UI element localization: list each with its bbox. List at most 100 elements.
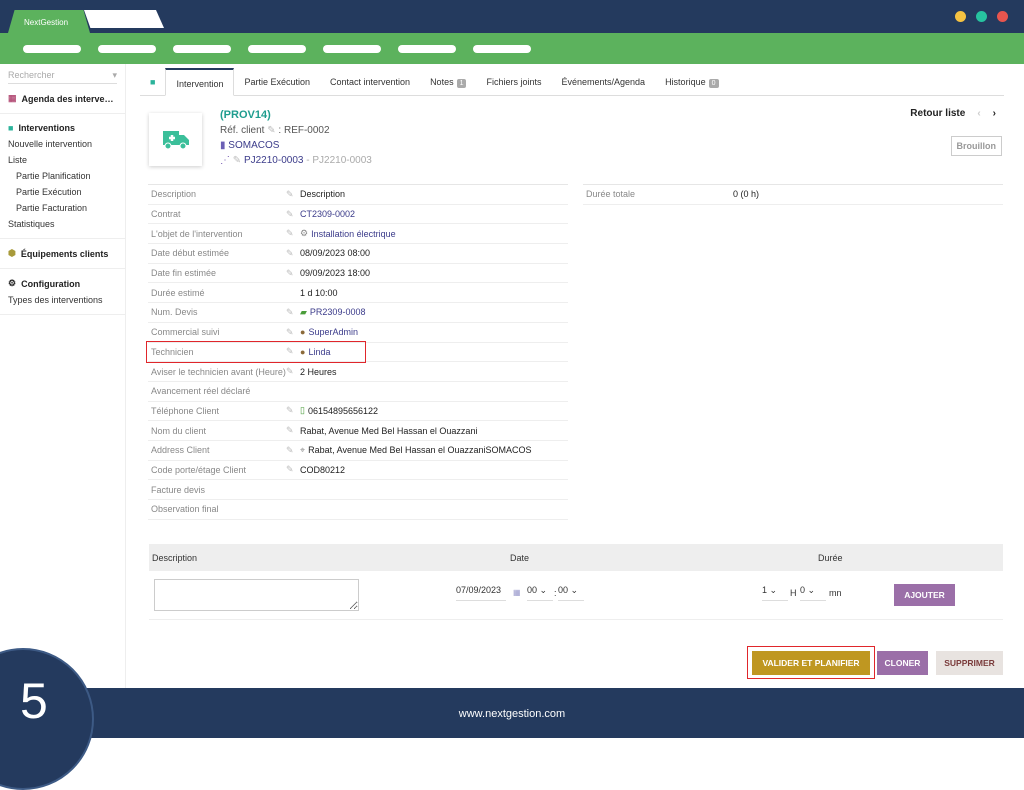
tab-evenements[interactable]: Événements/Agenda [552,68,656,96]
building-icon: ▮ [220,140,226,151]
blank-tab[interactable] [84,10,164,28]
ambulance-icon [162,130,189,149]
pencil-icon[interactable]: ✎ [286,307,300,318]
search-input[interactable]: Rechercher ▾ [8,68,117,84]
delete-button[interactable]: SUPPRIMER [936,651,1003,675]
pencil-icon[interactable]: ✎ [267,125,275,136]
intervention-ref: (PROV14) [220,109,271,121]
field-label: Commercial suivi [151,327,220,338]
step-number: 5 [20,673,48,729]
tab-intervention[interactable]: Intervention [165,68,235,96]
label: Agenda des interve… [21,93,114,104]
close-dot[interactable] [997,11,1008,22]
tab-notes[interactable]: Notes 1 [420,68,476,96]
minimize-dot[interactable] [955,11,966,22]
pencil-icon[interactable]: ✎ [286,268,300,279]
field-value[interactable]: CT2309-0002 [300,209,355,219]
pencil-icon[interactable]: ✎ [286,209,300,220]
pencil-icon[interactable]: ✎ [286,445,300,456]
pencil-icon[interactable]: ✎ [286,366,300,377]
minute-select[interactable]: 00 ⌄ [558,585,584,601]
pencil-icon[interactable]: ✎ [286,228,300,239]
sidebar-item-interventions[interactable]: ■ Interventions [8,120,117,136]
project-link[interactable]: PJ2210-0003 [244,155,304,166]
col-date: Date [510,553,530,563]
field-value[interactable]: Installation électrique [311,229,396,239]
maximize-dot[interactable] [976,11,987,22]
field-value: COD80212 [300,464,346,475]
box-icon: ⬢ [8,248,16,258]
pencil-icon[interactable]: ✎ [286,189,300,200]
field-row: Durée estimé 1 d 10:00 [148,283,568,304]
field-value: 09/09/2023 18:00 [300,268,371,279]
back-to-list-link[interactable]: Retour liste [910,108,965,119]
gear-icon: ⚙ [8,278,17,288]
field-value[interactable]: SuperAdmin [308,327,358,337]
tab-icon[interactable]: ■ [140,68,165,96]
menu-item[interactable] [98,45,156,53]
app-tab[interactable]: NextGestion [8,10,90,33]
sidebar-item-configuration[interactable]: ⚙ Configuration [8,275,117,292]
sidebar-item-execution[interactable]: Partie Exécution [8,184,117,200]
tab-label: Historique [665,77,706,87]
tab-fichiers[interactable]: Fichiers joints [476,68,551,96]
field-row: Date début estimée ✎ 08/09/2023 08:00 [148,244,568,264]
line-description-input[interactable] [154,579,359,611]
sidebar-item-statistiques[interactable]: Statistiques [8,216,117,232]
pencil-icon[interactable]: ✎ [286,327,300,338]
field-value[interactable]: PR2309-0008 [310,307,366,317]
company-link[interactable]: SOMACOS [228,140,279,151]
add-button[interactable]: AJOUTER [894,584,955,606]
clone-button[interactable]: CLONER [877,651,928,675]
pencil-icon[interactable]: ✎ [286,425,300,436]
sidebar: Rechercher ▾ ▦ Agenda des interve… ■ Interv… [0,64,126,688]
pencil-icon[interactable]: ✎ [233,155,241,166]
duration-hours-select[interactable]: 1 ⌄ [762,585,788,601]
field-label: Description [151,189,197,200]
pencil-icon[interactable]: ✎ [286,464,300,475]
field-value: Rabat, Avenue Med Bel Hassan el Ouazzani [300,425,478,436]
pencil-icon[interactable]: ✎ [286,405,300,416]
sidebar-item-liste[interactable]: Liste [8,152,117,168]
field-row: Nom du client ✎ Rabat, Avenue Med Bel Hass… [148,421,568,441]
tab-label: Fichiers joints [486,77,542,87]
field-label: Observation final [151,504,219,515]
field-label: Durée estimé [151,287,205,298]
calendar-icon[interactable]: ▦ [513,588,521,597]
ref-client-label: Réf. client [220,125,265,136]
field-label: Aviser le technicien avant (Heure) [151,366,286,377]
chevron-right-icon[interactable]: › [993,108,996,119]
validate-plan-button[interactable]: VALIDER ET PLANIFIER [752,651,870,675]
tab-historique[interactable]: Historique 0 [655,68,728,96]
menu-item[interactable] [323,45,381,53]
sidebar-item-nouvelle[interactable]: Nouvelle intervention [8,136,117,152]
menu-item[interactable] [173,45,231,53]
tab-contact[interactable]: Contact intervention [320,68,420,96]
duration-hours: 1 [762,585,768,595]
field-label: Durée totale [586,189,636,200]
tab-partie-execution[interactable]: Partie Exécution [234,68,320,96]
truck-icon: ■ [150,77,156,87]
hour-value: 00 [527,585,538,595]
sidebar-item-types[interactable]: Types des interventions [8,292,117,308]
hour-select[interactable]: 00 ⌄ [527,585,553,601]
field-row: Address Client ✎ ⌖ Rabat, Avenue Med Bel Ha… [148,441,568,461]
menu-item[interactable] [248,45,306,53]
project-icon: ⋰ [220,155,230,166]
field-label: Date début estimée [151,248,230,259]
menu-item[interactable] [473,45,531,53]
menu-item[interactable] [23,45,81,53]
sidebar-item-agenda[interactable]: ▦ Agenda des interve… [8,90,117,107]
chevron-left-icon[interactable]: ‹ [977,108,980,119]
app-name: NextGestion [24,18,69,27]
field-value: Description [300,189,346,200]
field-value: 1 d 10:00 [300,287,338,298]
duration-minutes-select[interactable]: 0 ⌄ [800,585,826,601]
menu-item[interactable] [398,45,456,53]
sidebar-item-planification[interactable]: Partie Planification [8,168,117,184]
date-input[interactable]: 07/09/2023 [456,585,506,601]
sidebar-item-equipements[interactable]: ⬢ Équipements clients [8,245,117,262]
pencil-icon[interactable]: ✎ [286,248,300,259]
intervention-thumbnail [149,113,202,166]
sidebar-item-facturation[interactable]: Partie Facturation [8,200,117,216]
